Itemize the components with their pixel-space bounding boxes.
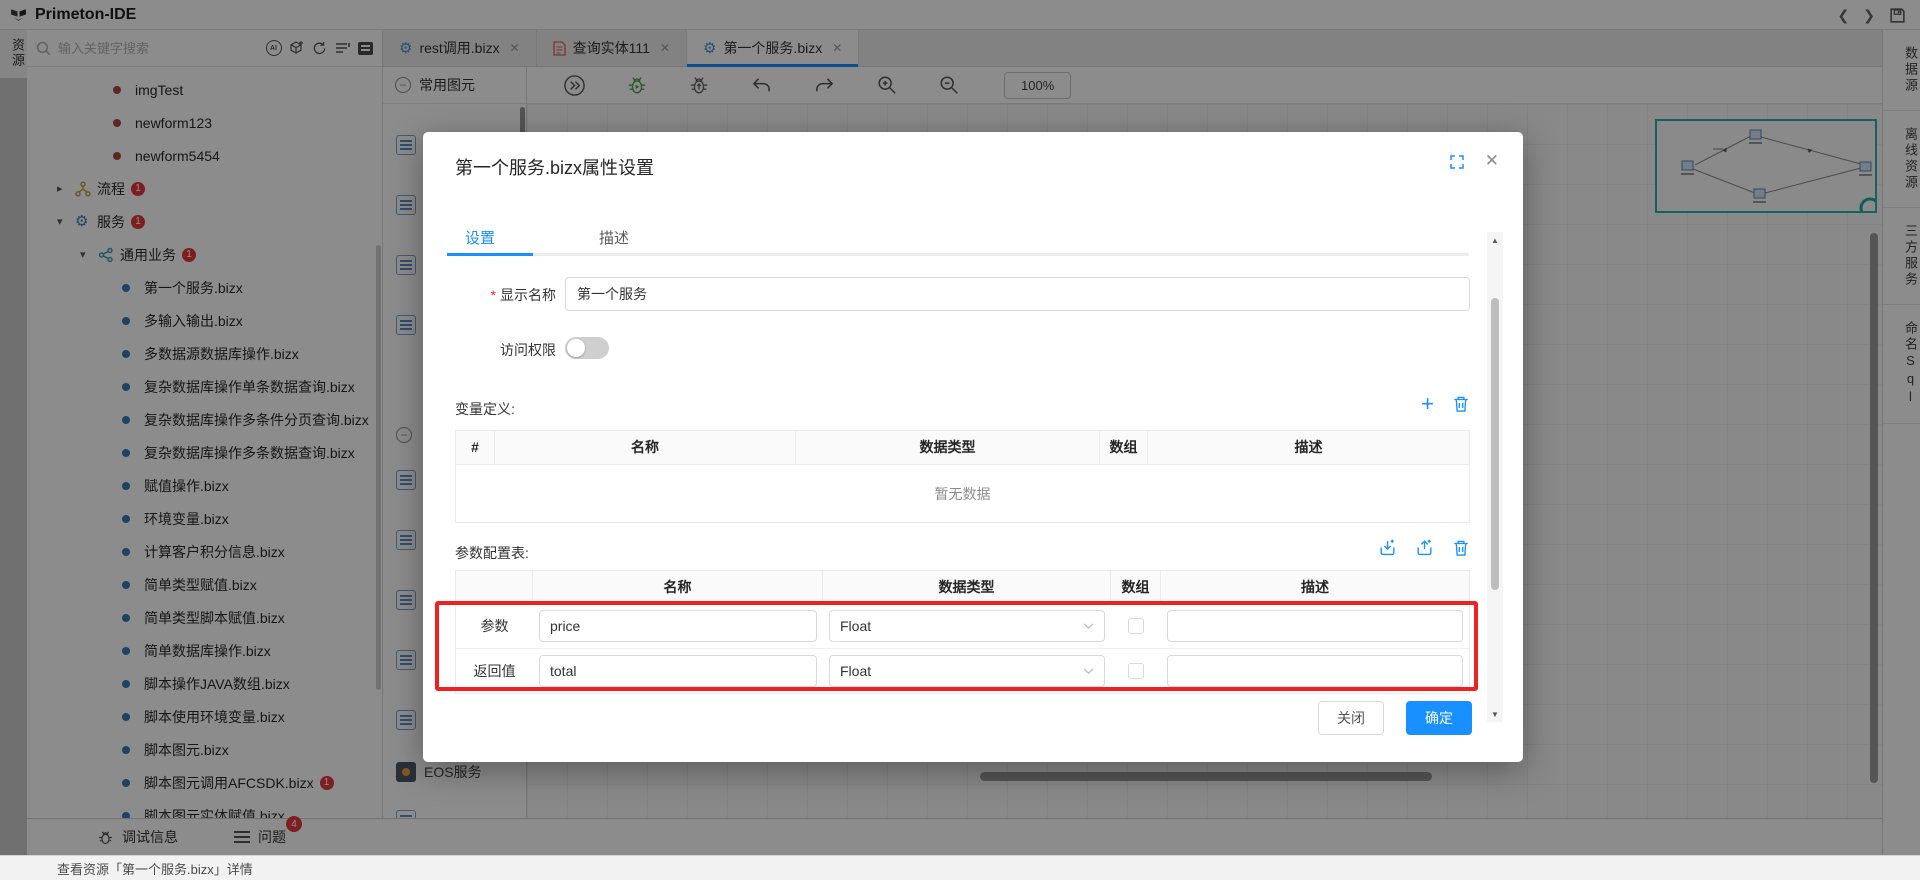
export-params-icon[interactable] (1415, 538, 1434, 557)
array-checkbox[interactable] (1128, 618, 1144, 634)
param-kind: 返回值 (456, 649, 533, 693)
tab-track (447, 253, 1469, 256)
import-params-icon[interactable] (1378, 538, 1397, 557)
maximize-icon[interactable] (1449, 154, 1465, 173)
delete-variable-icon[interactable] (1452, 395, 1470, 413)
param-description-input[interactable] (1167, 655, 1463, 687)
close-button[interactable]: 关闭 (1318, 701, 1384, 735)
primeton-ide-window: Primeton-IDE ❮ ❯ 资源 AI (0, 0, 1920, 880)
params-table: 名称 数据类型 数组 描述 参数 Float 返回值 (455, 570, 1470, 694)
close-icon[interactable]: ✕ (1485, 151, 1499, 171)
param-description-input[interactable] (1167, 610, 1463, 642)
param-kind: 参数 (456, 604, 533, 648)
active-tab-indicator (447, 253, 533, 256)
dialog-scrollbar[interactable]: ▲ ▼ (1487, 232, 1503, 722)
param-row: 参数 Float (455, 604, 1470, 648)
scrollbar-thumb[interactable] (1491, 298, 1499, 590)
chevron-down-icon (1083, 623, 1094, 630)
delete-param-icon[interactable] (1452, 539, 1470, 557)
scroll-up-icon[interactable]: ▲ (1487, 232, 1503, 248)
access-permission-toggle[interactable] (565, 337, 609, 359)
empty-table-placeholder: 暂无数据 (455, 464, 1470, 523)
properties-dialog: 第一个服务.bizx属性设置 ✕ 设置 描述 *显示名称 访问权限 变量定义: … (423, 132, 1523, 762)
chevron-down-icon (1083, 668, 1094, 675)
param-name-input[interactable] (539, 655, 817, 687)
array-checkbox[interactable] (1128, 663, 1144, 679)
param-row: 返回值 Float (455, 648, 1470, 694)
add-variable-icon[interactable]: + (1421, 396, 1434, 412)
access-permission-label: 访问权限 (423, 340, 556, 360)
display-name-input[interactable] (565, 277, 1470, 311)
status-text: 查看资源「第一个服务.bizx」详情 (57, 859, 253, 878)
required-asterisk: * (491, 287, 496, 303)
params-section-label: 参数配置表: (455, 543, 529, 563)
param-type-select[interactable]: Float (829, 610, 1105, 642)
param-type-select[interactable]: Float (829, 655, 1105, 687)
status-bar: 查看资源「第一个服务.bizx」详情 (0, 855, 1920, 880)
display-name-label: *显示名称 (423, 285, 556, 305)
ok-button[interactable]: 确定 (1406, 701, 1472, 735)
dialog-tab-settings[interactable]: 设置 (465, 227, 495, 248)
scroll-down-icon[interactable]: ▼ (1487, 706, 1503, 722)
param-name-input[interactable] (539, 610, 817, 642)
variables-table: # 名称 数据类型 数组 描述 暂无数据 (455, 430, 1470, 523)
dialog-title: 第一个服务.bizx属性设置 (455, 154, 654, 180)
dialog-tab-description[interactable]: 描述 (599, 227, 629, 248)
variables-section-label: 变量定义: (455, 399, 515, 419)
